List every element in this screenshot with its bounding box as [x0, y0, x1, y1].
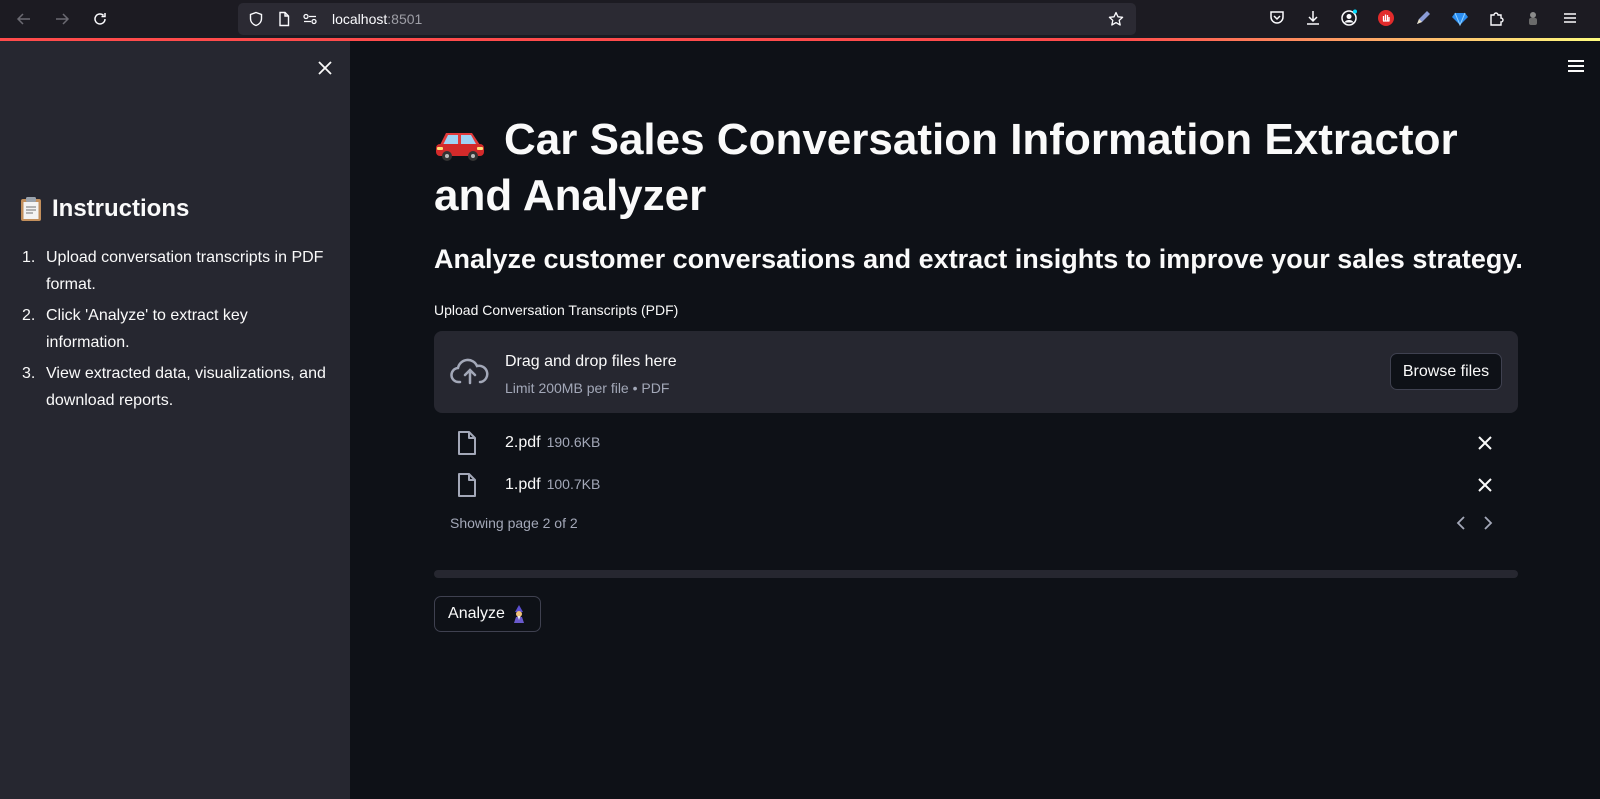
page-icon[interactable]: [276, 11, 292, 27]
file-icon: [456, 472, 478, 498]
file-dropzone[interactable]: Drag and drop files here Limit 200MB per…: [434, 331, 1518, 413]
analyze-button[interactable]: Analyze: [434, 596, 541, 632]
page-subtitle: Analyze customer conversations and extra…: [434, 244, 1523, 274]
sidebar: Instructions 1. Upload conversation trans…: [0, 41, 350, 799]
sidebar-title: Instructions: [52, 195, 190, 222]
close-sidebar-icon[interactable]: [314, 57, 336, 79]
mage-icon: [511, 605, 527, 623]
sidebar-heading: Instructions: [20, 195, 189, 223]
remove-file-icon[interactable]: [1476, 476, 1494, 494]
gem-extension-icon[interactable]: [1451, 9, 1469, 27]
account-icon[interactable]: [1340, 9, 1358, 27]
back-arrow-icon[interactable]: [12, 7, 36, 31]
browser-toolbar: localhost:8501: [0, 0, 1600, 38]
page-title-text: Car Sales Conversation Information Extra…: [434, 115, 1458, 220]
extensions-puzzle-icon[interactable]: [1488, 9, 1506, 27]
list-item: 2. Click 'Analyze' to extract key informa…: [22, 307, 248, 351]
list-item: 3. View extracted data, visualizations, a…: [22, 365, 326, 409]
file-name: 2.pdf 190.6KB: [505, 434, 601, 451]
file-size: 100.7KB: [546, 476, 601, 492]
main-menu-icon[interactable]: [1564, 56, 1588, 76]
uploaded-file-row: 2.pdf 190.6KB: [434, 428, 1518, 460]
uploaded-file-row: 1.pdf 100.7KB: [434, 470, 1518, 502]
browse-files-button[interactable]: Browse files: [1390, 353, 1502, 390]
reload-icon[interactable]: [88, 7, 112, 31]
file-icon: [456, 430, 478, 456]
profile-extension-icon[interactable]: [1524, 9, 1542, 27]
instructions-list: 1. Upload conversation transcripts in PDF…: [22, 244, 334, 418]
list-item: 1. Upload conversation transcripts in PDF…: [22, 249, 324, 293]
progress-divider: [434, 570, 1518, 578]
cloud-upload-icon: [450, 355, 490, 387]
ublock-extension-icon[interactable]: [1377, 9, 1395, 27]
pocket-icon[interactable]: [1268, 9, 1286, 27]
url-bar[interactable]: localhost:8501: [238, 3, 1136, 35]
file-name: 1.pdf 100.7KB: [505, 476, 601, 493]
bookmark-star-icon[interactable]: [1108, 11, 1124, 27]
clipboard-icon: [20, 196, 42, 222]
car-icon: [434, 121, 486, 162]
pagination-status: Showing page 2 of 2: [450, 515, 578, 531]
download-icon[interactable]: [1304, 9, 1322, 27]
remove-file-icon[interactable]: [1476, 434, 1494, 452]
forward-arrow-icon[interactable]: [50, 7, 74, 31]
analyze-button-label: Analyze: [448, 605, 505, 622]
file-size: 190.6KB: [546, 434, 601, 450]
dropzone-limit: Limit 200MB per file • PDF: [505, 380, 670, 396]
uploader-label: Upload Conversation Transcripts (PDF): [434, 302, 679, 318]
page-title: Car Sales Conversation Information Extra…: [434, 112, 1534, 224]
chevron-left-icon[interactable]: [1454, 514, 1470, 532]
pen-extension-icon[interactable]: [1414, 9, 1432, 27]
dropzone-instructions: Drag and drop files here: [505, 353, 677, 370]
permissions-icon[interactable]: [302, 11, 318, 27]
browser-menu-icon[interactable]: [1561, 9, 1579, 27]
url-text: localhost:8501: [332, 11, 423, 27]
chevron-right-icon[interactable]: [1479, 514, 1495, 532]
shield-icon[interactable]: [248, 11, 264, 27]
